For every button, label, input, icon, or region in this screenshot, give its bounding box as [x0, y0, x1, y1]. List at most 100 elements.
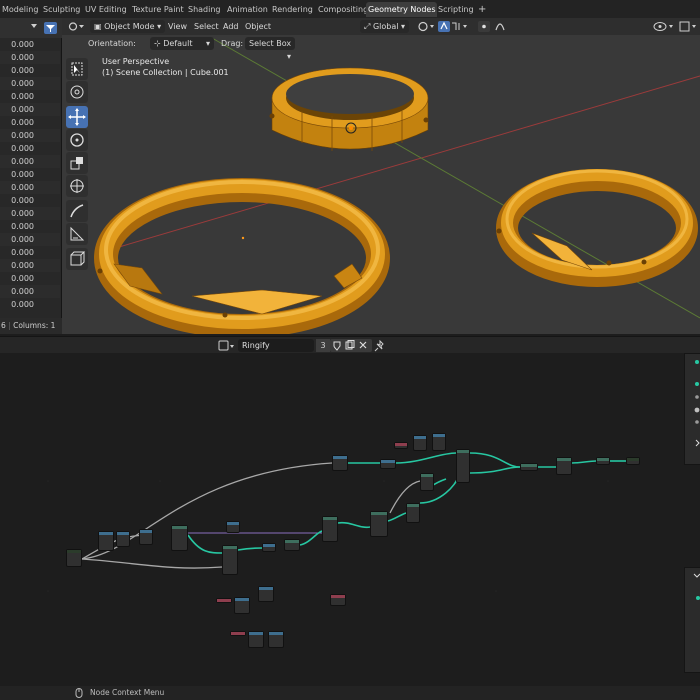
node-context-menu-hint: Node Context Menu	[90, 688, 165, 697]
spreadsheet-cell: 0.000	[0, 51, 60, 64]
chevron-down-icon: ▾	[157, 22, 162, 31]
node-side-panel-top[interactable]	[684, 353, 700, 465]
menu-view[interactable]: View	[168, 20, 187, 33]
spreadsheet-cell: 0.000	[11, 170, 34, 179]
spreadsheet-cell: 0.000	[11, 92, 34, 101]
menu-select[interactable]: Select	[194, 20, 219, 33]
node-h[interactable]	[284, 539, 300, 551]
group-output-node[interactable]	[626, 457, 640, 465]
viewport-info-overlay: User Perspective (1) Scene Collection | …	[102, 56, 229, 78]
tab-shading[interactable]: Shading	[186, 2, 223, 17]
status-bar: Node Context Menu	[0, 686, 700, 700]
ring-middle[interactable]	[269, 67, 429, 151]
tab-sculpting[interactable]: Sculpting	[41, 2, 82, 17]
3d-viewport[interactable]: ▣ Object Mode ▾ View Select Add Object ⤢…	[62, 18, 700, 334]
spreadsheet-cell: 0.000	[11, 248, 34, 257]
spreadsheet-footer: 6 | Columns: 1	[0, 318, 62, 334]
transform-tool[interactable]	[66, 175, 88, 197]
node-o[interactable]	[420, 473, 434, 491]
node-s[interactable]	[596, 457, 610, 465]
tab-texture-paint[interactable]: Texture Paint	[130, 2, 186, 17]
spreadsheet-panel: 0.000 0.000 0.000 0.000 0.000 0.000 0.000 0.000…	[0, 18, 62, 334]
node-b[interactable]	[116, 531, 130, 547]
move-tool[interactable]	[66, 106, 88, 128]
node-r[interactable]	[556, 457, 572, 475]
snapping-tools[interactable]	[416, 20, 536, 33]
tab-rendering[interactable]: Rendering	[270, 2, 315, 17]
tab-modeling[interactable]: Modeling	[0, 2, 40, 17]
node-m[interactable]	[413, 435, 427, 451]
filter-icon[interactable]	[29, 21, 59, 35]
node-u[interactable]	[258, 586, 274, 602]
add-workspace-button[interactable]: +	[476, 2, 488, 17]
rotate-tool[interactable]	[66, 129, 88, 151]
spreadsheet-cell: 0.000	[0, 129, 60, 142]
node-l[interactable]	[380, 459, 396, 469]
tab-uv-editing[interactable]: UV Editing	[83, 2, 129, 17]
object-mode-dropdown[interactable]: ▣ Object Mode ▾	[90, 20, 166, 33]
node-v[interactable]	[248, 631, 264, 648]
node-side-panel-bottom[interactable]	[684, 567, 700, 673]
chevron-down-icon: ▾	[205, 39, 210, 48]
spreadsheet-cell: 0.000	[0, 103, 60, 116]
perspective-label: User Perspective	[102, 57, 170, 66]
group-input-node[interactable]	[66, 549, 82, 567]
collection-label: (1) Scene Collection | Cube.001	[102, 68, 229, 77]
node-tree-name-field[interactable]: Ringify	[238, 339, 314, 352]
node-j[interactable]	[332, 455, 348, 471]
value-node[interactable]	[394, 442, 408, 449]
node-p[interactable]	[432, 433, 446, 451]
node-i[interactable]	[322, 516, 338, 542]
spreadsheet-cell: 0.000	[11, 222, 34, 231]
object-mode-label: Object Mode	[104, 22, 155, 31]
drag-dropdown[interactable]: Select Box ▾	[245, 37, 295, 61]
scale-tool[interactable]	[66, 152, 88, 174]
menu-add[interactable]: Add	[223, 20, 239, 33]
node-n[interactable]	[406, 503, 420, 523]
node-c[interactable]	[139, 529, 153, 545]
node-q[interactable]	[456, 449, 470, 483]
viewport-overlays[interactable]	[652, 20, 698, 33]
node-f[interactable]	[222, 545, 238, 575]
node-tree-users-count[interactable]: 3	[316, 339, 330, 352]
ring-right[interactable]	[496, 169, 698, 287]
orientation-dropdown[interactable]: ⊹ Default ▾	[150, 37, 214, 50]
measure-tool[interactable]	[66, 223, 88, 245]
node-w[interactable]	[268, 631, 284, 648]
global-axis-icon: ⤢	[364, 22, 373, 31]
editor-type-icon[interactable]	[68, 21, 86, 32]
spreadsheet-cell: 0.000	[11, 40, 34, 49]
cursor-tool[interactable]	[66, 81, 88, 103]
menu-object[interactable]: Object	[245, 20, 271, 33]
annotate-tool[interactable]	[66, 200, 88, 222]
transform-orientation-dropdown[interactable]: ⤢ Global ▾	[360, 20, 410, 33]
tab-geometry-nodes[interactable]: Geometry Nodes	[366, 2, 438, 17]
frame-node-2[interactable]	[330, 594, 346, 606]
node-g[interactable]	[262, 543, 276, 552]
tab-animation[interactable]: Animation	[225, 2, 270, 17]
orientation-icon: ⊹	[154, 39, 164, 48]
spreadsheet-cell: 0.000	[11, 300, 34, 309]
node-t[interactable]	[234, 597, 250, 614]
node-a[interactable]	[98, 531, 114, 551]
node-editor-canvas[interactable]	[0, 353, 700, 686]
chevron-down-icon: ▾	[286, 52, 291, 61]
node-tree-browse-icon[interactable]	[218, 340, 236, 352]
node-d[interactable]	[171, 525, 188, 551]
join-node[interactable]	[520, 463, 538, 471]
node-editor-header: Ringify 3	[0, 336, 700, 353]
frame-node-1[interactable]	[216, 598, 232, 603]
ring-left[interactable]	[94, 178, 390, 334]
frame-node-3[interactable]	[230, 631, 246, 636]
node-e[interactable]	[226, 521, 240, 533]
node-tree-controls[interactable]	[330, 339, 372, 352]
tab-scripting[interactable]: Scripting	[436, 2, 476, 17]
spreadsheet-cell: 0.000	[0, 285, 60, 298]
add-cube-tool[interactable]	[66, 248, 88, 270]
tab-compositing[interactable]: Compositing	[316, 2, 370, 17]
select-box-tool[interactable]	[66, 58, 88, 80]
pin-icon[interactable]	[374, 340, 386, 352]
node-links	[47, 452, 626, 592]
node-k[interactable]	[370, 511, 388, 537]
spreadsheet-cell: 0.000	[11, 196, 34, 205]
